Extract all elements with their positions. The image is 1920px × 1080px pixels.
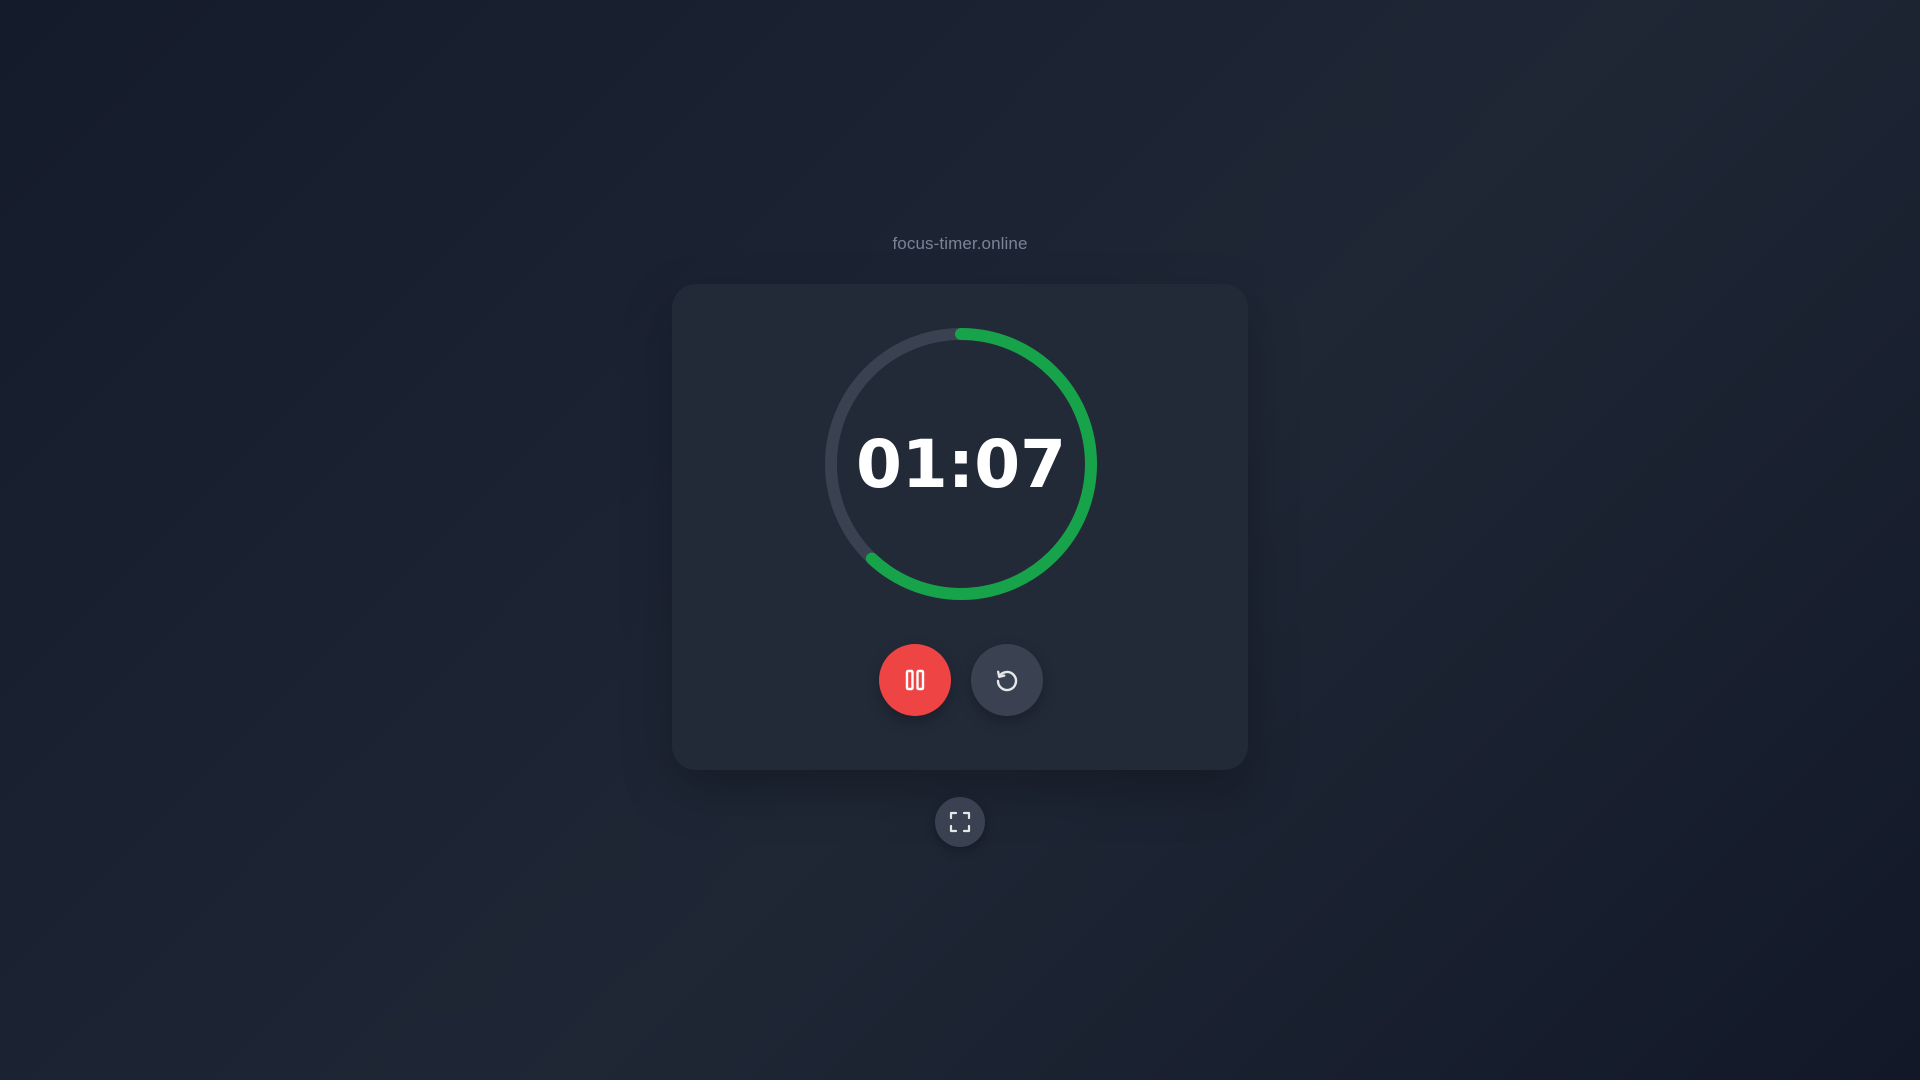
reset-button[interactable] <box>971 644 1043 716</box>
progress-ring: 01:07 <box>823 326 1099 602</box>
reset-icon <box>993 666 1021 694</box>
fullscreen-icon <box>949 811 971 833</box>
timer-card: 01:07 <box>672 284 1248 770</box>
site-label: focus-timer.online <box>892 234 1028 253</box>
pause-button[interactable] <box>879 644 951 716</box>
timer-controls <box>879 644 1043 716</box>
pause-icon <box>905 669 925 691</box>
fullscreen-button[interactable] <box>935 797 985 847</box>
time-display: 01:07 <box>855 425 1067 503</box>
